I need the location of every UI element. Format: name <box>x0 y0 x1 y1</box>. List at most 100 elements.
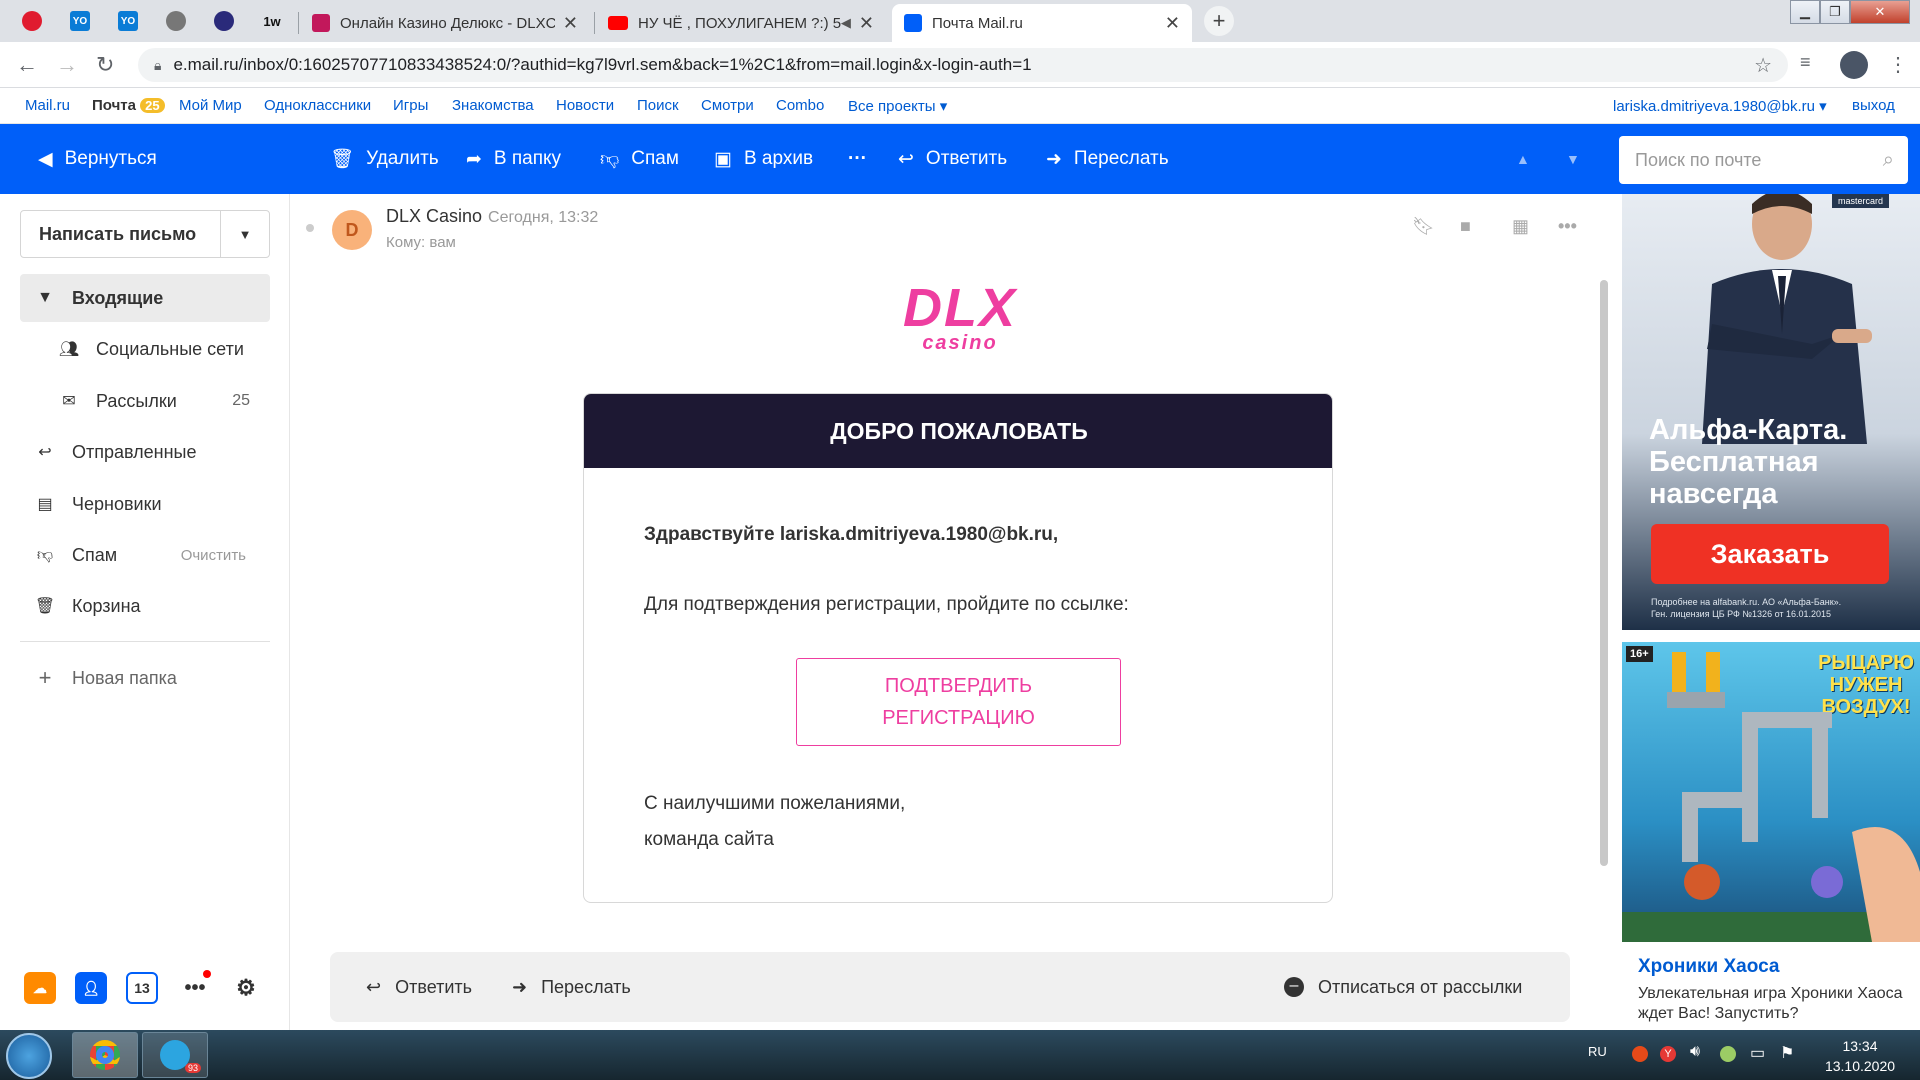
speaker-icon[interactable]: ◀ <box>841 15 851 31</box>
search-input[interactable]: Поиск по почте ⌕ <box>1619 136 1908 184</box>
portal-link-all-projects[interactable]: Все проекты ▾ <box>848 97 947 115</box>
more-apps-icon[interactable]: ••• <box>179 970 211 1004</box>
tab-youtube[interactable]: НУ ЧЁ , ПОХУЛИГАНЕМ ?:) 5 ◀ ✕ <box>596 4 886 42</box>
start-button[interactable] <box>6 1033 52 1079</box>
contacts-app-icon[interactable]: 👤︎ <box>75 972 107 1004</box>
prev-message-icon[interactable]: ▲ <box>1516 124 1530 194</box>
bookmark-icon[interactable]: 🔖︎ <box>1412 216 1435 237</box>
forward-arrow-icon[interactable]: → <box>56 52 78 78</box>
archive-button[interactable]: ▣ В архив <box>714 124 813 194</box>
yo-icon: YO <box>70 11 90 31</box>
folder-newsletters[interactable]: ✉ Рассылки 25 <box>20 377 270 425</box>
portal-link-mail[interactable]: Почта 25 <box>92 97 165 114</box>
next-message-icon[interactable]: ▼ <box>1566 124 1580 194</box>
folder-spam[interactable]: 👎︎ Спам Очистить <box>20 531 270 579</box>
volume-icon[interactable]: 🔊︎ <box>1690 1043 1700 1061</box>
pinned-tab-yo-2[interactable]: YO <box>108 4 148 38</box>
more-dots-icon[interactable]: ••• <box>1558 216 1577 237</box>
pinned-tab-opera[interactable] <box>12 4 52 38</box>
message-scrollbar[interactable] <box>1600 280 1608 866</box>
calendar-app-icon[interactable]: 13 <box>126 972 158 1004</box>
reply-button[interactable]: ↩ Ответить <box>898 124 1007 194</box>
close-window-button[interactable]: ✕ <box>1850 0 1910 24</box>
globe-icon <box>166 11 186 31</box>
delete-button[interactable]: 🗑︎ Удалить <box>330 124 439 194</box>
mail-favicon-icon <box>904 14 922 32</box>
tab-casino[interactable]: Онлайн Казино Делюкс - DLXC/ ✕ <box>300 4 590 42</box>
tab-mail[interactable]: Почта Mail.ru ✕ <box>892 4 1192 42</box>
logout-link[interactable]: выход <box>1852 97 1895 114</box>
footer-reply-button[interactable]: ↩ Ответить <box>366 952 472 1022</box>
clear-spam-link[interactable]: Очистить <box>181 547 246 564</box>
network-icon[interactable]: ▭ <box>1750 1043 1765 1063</box>
yandex-tray-icon[interactable]: Y <box>1660 1046 1676 1062</box>
flag-icon[interactable]: ⚑ <box>1780 1043 1794 1063</box>
pinned-tab-globe[interactable] <box>156 4 196 38</box>
chevron-down-icon[interactable]: ▼ <box>221 227 269 242</box>
close-icon[interactable]: ✕ <box>859 13 874 34</box>
folder-sent[interactable]: ↩ Отправленные <box>20 428 270 476</box>
folder-trash[interactable]: 🗑︎ Корзина <box>20 582 270 630</box>
kebab-menu-icon[interactable]: ⋮ <box>1888 52 1908 77</box>
taskbar-clock[interactable]: 13:34 13.10.2020 <box>1820 1036 1900 1076</box>
maximize-button[interactable]: ❐ <box>1820 0 1850 24</box>
reply-label: Ответить <box>925 148 1008 169</box>
back-button[interactable]: ◀ Вернуться <box>38 124 157 194</box>
telegram-taskbar-icon[interactable]: 93 <box>142 1032 208 1078</box>
language-indicator[interactable]: RU <box>1588 1044 1607 1059</box>
portal-link-watch[interactable]: Смотри <box>701 97 754 114</box>
order-button[interactable]: Заказать <box>1651 524 1889 584</box>
new-tab-button[interactable]: + <box>1204 6 1234 36</box>
pinned-tab-1w[interactable]: 1w <box>252 4 292 38</box>
settings-gear-icon[interactable]: ⚙ <box>230 972 262 1004</box>
folder-drafts[interactable]: ▤ Черновики <box>20 480 270 528</box>
signature: С наилучшими пожеланиями, команда сайта <box>644 786 905 858</box>
browser-tab-strip: YO YO 1w Онлайн Казино Делюкс - DLXC/ ✕ … <box>0 0 1920 42</box>
close-icon[interactable]: ✕ <box>1165 13 1180 34</box>
minimize-button[interactable]: ▁ <box>1790 0 1820 24</box>
search-icon[interactable]: ⌕ <box>1883 149 1894 172</box>
forward-button[interactable]: ➜ Переслать <box>1046 124 1169 194</box>
folder-inbox[interactable]: ▼ Входящие <box>20 274 270 322</box>
spam-button[interactable]: 👎︎ Спам <box>600 124 679 194</box>
game-ad-image[interactable]: 16+ РЫЦАРЮ НУЖЕН ВОЗДУХ! <box>1622 642 1920 942</box>
portal-link-combo[interactable]: Combo <box>776 97 824 114</box>
move-to-folder-button[interactable]: ➦ В папку <box>466 124 561 194</box>
calendar-icon[interactable]: ▦ <box>1512 216 1529 237</box>
sender-name[interactable]: DLX Casino <box>386 206 482 226</box>
star-icon[interactable]: ☆ <box>1754 53 1772 78</box>
reading-list-icon[interactable]: ≡ <box>1800 52 1811 73</box>
more-button[interactable]: ··· <box>848 124 867 194</box>
cloud-app-icon[interactable]: ☁ <box>24 972 56 1004</box>
unsubscribe-button[interactable]: – Отписаться от рассылки <box>1284 952 1522 1022</box>
tray-app-icon[interactable] <box>1720 1046 1736 1062</box>
video-call-icon[interactable]: ■ <box>1460 216 1471 237</box>
alfa-bank-ad[interactable]: mastercard Альфа-Карта. Бесплатная навсе… <box>1622 194 1920 630</box>
profile-avatar[interactable] <box>1840 51 1868 79</box>
back-arrow-icon[interactable]: ← <box>16 52 38 78</box>
tray-app-icon[interactable] <box>1632 1046 1648 1062</box>
compose-button[interactable]: Написать письмо ▼ <box>20 210 270 258</box>
chrome-taskbar-icon[interactable] <box>72 1032 138 1078</box>
pinned-tab-yo-1[interactable]: YO <box>60 4 100 38</box>
portal-link-dating[interactable]: Знакомства <box>452 97 534 114</box>
close-icon[interactable]: ✕ <box>563 13 578 34</box>
confirm-registration-button[interactable]: ПОДТВЕРДИТЬ РЕГИСТРАЦИЮ <box>796 658 1121 746</box>
footer-forward-button[interactable]: ➜ Переслать <box>512 952 631 1022</box>
game-ad-description[interactable]: Увлекательная игра Хроники Хаоса ждет Ва… <box>1638 984 1908 1024</box>
portal-link-ok[interactable]: Одноклассники <box>264 97 371 114</box>
folder-label: Входящие <box>72 287 164 308</box>
address-bar[interactable]: 🔒︎ e.mail.ru/inbox/0:1602570771083343852… <box>138 48 1788 82</box>
portal-link-games[interactable]: Игры <box>393 97 428 114</box>
game-ad-title[interactable]: Хроники Хаоса <box>1638 956 1779 978</box>
reload-icon[interactable]: ↻ <box>96 52 114 78</box>
folder-social[interactable]: 👥︎ Социальные сети <box>20 325 270 373</box>
portal-link-news[interactable]: Новости <box>556 97 614 114</box>
read-status-dot[interactable] <box>306 224 314 232</box>
pinned-tab-shield[interactable] <box>204 4 244 38</box>
new-folder-button[interactable]: + Новая папка <box>20 654 270 702</box>
portal-link-mymir[interactable]: Мой Мир <box>179 97 242 114</box>
portal-link-search[interactable]: Поиск <box>637 97 679 114</box>
portal-link-mailru[interactable]: Mail.ru <box>25 97 70 114</box>
user-email-menu[interactable]: lariska.dmitriyeva.1980@bk.ru ▾ <box>1613 97 1827 115</box>
